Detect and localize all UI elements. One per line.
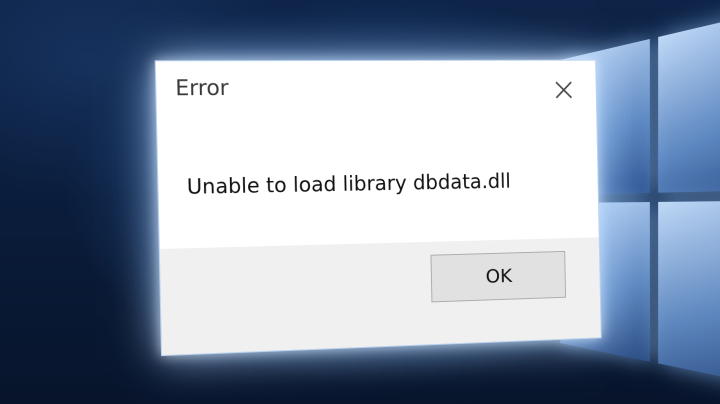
windows-logo-pane: [658, 200, 720, 395]
dialog-titlebar[interactable]: Error: [156, 61, 597, 124]
error-dialog: Error Unable to load library dbdata.dll …: [154, 59, 602, 357]
ok-button[interactable]: OK: [430, 250, 567, 303]
windows-logo-pane: [658, 1, 720, 193]
dialog-footer: OK: [159, 237, 601, 356]
close-icon: [544, 70, 583, 109]
error-message: Unable to load library dbdata.dll: [186, 168, 511, 199]
close-button[interactable]: [544, 70, 583, 109]
dialog-content: Unable to load library dbdata.dll: [157, 119, 599, 247]
desktop-background: Error Unable to load library dbdata.dll …: [0, 0, 720, 404]
dialog-title: Error: [175, 75, 229, 101]
